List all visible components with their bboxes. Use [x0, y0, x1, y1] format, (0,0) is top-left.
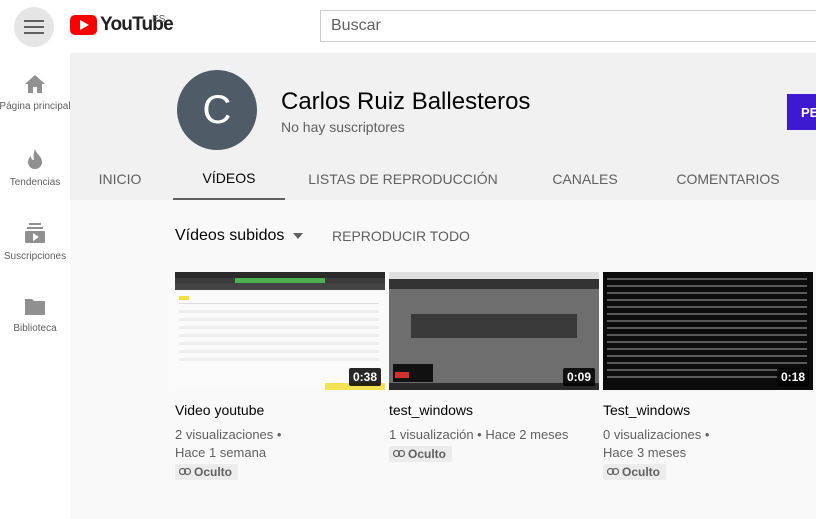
- sidebar-item-library[interactable]: Biblioteca: [0, 297, 70, 371]
- duration-badge: 0:38: [348, 368, 381, 386]
- search-input[interactable]: Buscar: [320, 10, 816, 42]
- hamburger-icon: [24, 20, 44, 34]
- video-title[interactable]: test_windows: [389, 402, 599, 418]
- tab-inicio[interactable]: INICIO: [70, 158, 170, 200]
- youtube-play-icon: [70, 15, 97, 35]
- tab-videos[interactable]: VÍDEOS: [173, 158, 285, 200]
- sort-label: Vídeos subidos: [175, 227, 285, 244]
- view-count: 2 visualizaciones •: [175, 427, 282, 442]
- video-metadata: 0 visualizaciones • Hace 3 meses: [603, 426, 813, 462]
- view-count: 1 visualización • Hace 2 meses: [389, 427, 569, 442]
- visibility-label: Oculto: [408, 446, 446, 461]
- video-thumbnail[interactable]: 0:38: [175, 272, 385, 390]
- sidebar-item-subscriptions[interactable]: Suscripciones: [0, 223, 70, 297]
- subscriber-count: No hay suscriptores: [281, 119, 405, 135]
- tab-label: COMENTARIOS: [676, 171, 780, 187]
- tab-label: VÍDEOS: [202, 170, 256, 186]
- video-title[interactable]: Test_windows: [603, 402, 813, 418]
- link-icon: [393, 450, 405, 457]
- tab-playlists[interactable]: LISTAS DE REPRODUCCIÓN: [302, 158, 504, 200]
- tab-label: INICIO: [98, 171, 142, 187]
- visibility-label: Oculto: [194, 464, 232, 479]
- sidebar-item-label: Biblioteca: [13, 323, 57, 334]
- avatar[interactable]: C: [177, 70, 257, 150]
- video-metadata: 1 visualización • Hace 2 meses: [389, 426, 599, 444]
- masthead: YouTube ES Buscar: [0, 0, 816, 53]
- video-card[interactable]: 0:09 test_windows 1 visualización • Hace…: [389, 272, 599, 462]
- sidebar-item-trending[interactable]: Tendencias: [0, 149, 70, 223]
- sidebar-item-home[interactable]: Página principal: [0, 75, 71, 149]
- tab-comments[interactable]: COMENTARIOS: [670, 158, 786, 200]
- video-thumbnail[interactable]: 0:18: [603, 272, 813, 390]
- tab-label: CANALES: [552, 171, 618, 187]
- sort-dropdown[interactable]: Vídeos subidos: [175, 227, 304, 245]
- play-all-button[interactable]: REPRODUCIR TODO: [332, 228, 470, 244]
- visibility-badge: Oculto: [389, 445, 452, 462]
- visibility-badge: Oculto: [175, 463, 238, 480]
- duration-badge: 0:09: [562, 368, 595, 386]
- customize-channel-button[interactable]: PE: [787, 94, 816, 130]
- customize-button-label: PE: [801, 104, 816, 120]
- video-title[interactable]: Video youtube: [175, 402, 385, 418]
- trending-icon: [28, 149, 42, 169]
- link-icon: [607, 468, 619, 475]
- visibility-label: Oculto: [622, 464, 660, 479]
- tab-channels[interactable]: CANALES: [534, 158, 636, 200]
- avatar-initial: C: [202, 87, 232, 132]
- visibility-badge: Oculto: [603, 463, 666, 480]
- sidebar-item-label: Tendencias: [9, 177, 61, 188]
- tab-label: LISTAS DE REPRODUCCIÓN: [308, 171, 498, 187]
- upload-age: Hace 3 meses: [603, 445, 687, 460]
- video-thumbnail[interactable]: 0:09: [389, 272, 599, 390]
- upload-age: Hace 1 semana: [175, 445, 267, 460]
- channel-header: C Carlos Ruiz Ballesteros No hay suscrip…: [70, 53, 816, 200]
- link-icon: [179, 468, 191, 475]
- menu-button[interactable]: [14, 7, 54, 47]
- folder-icon: [25, 299, 45, 315]
- video-card[interactable]: 0:38 Video youtube 2 visualizaciones • H…: [175, 272, 385, 480]
- video-metadata: 2 visualizaciones • Hace 1 semana: [175, 426, 385, 462]
- home-icon: [25, 75, 45, 93]
- channel-name: Carlos Ruiz Ballesteros: [281, 88, 531, 115]
- video-card[interactable]: 0:18 Test_windows 0 visualizaciones • Ha…: [603, 272, 813, 480]
- subscriptions-icon: [25, 223, 45, 243]
- duration-badge: 0:18: [776, 368, 809, 386]
- search-placeholder: Buscar: [331, 17, 381, 34]
- caret-down-icon: [293, 233, 304, 239]
- videos-grid-section: Vídeos subidos REPRODUCIR TODO 0:38 Vide…: [70, 200, 816, 519]
- sidebar-item-label: Página principal: [0, 101, 71, 112]
- sidebar-item-label: Suscripciones: [3, 251, 67, 262]
- view-count: 0 visualizaciones •: [603, 427, 710, 442]
- country-code: ES: [152, 14, 166, 25]
- mini-guide: Página principal Tendencias Suscripcione…: [0, 53, 71, 519]
